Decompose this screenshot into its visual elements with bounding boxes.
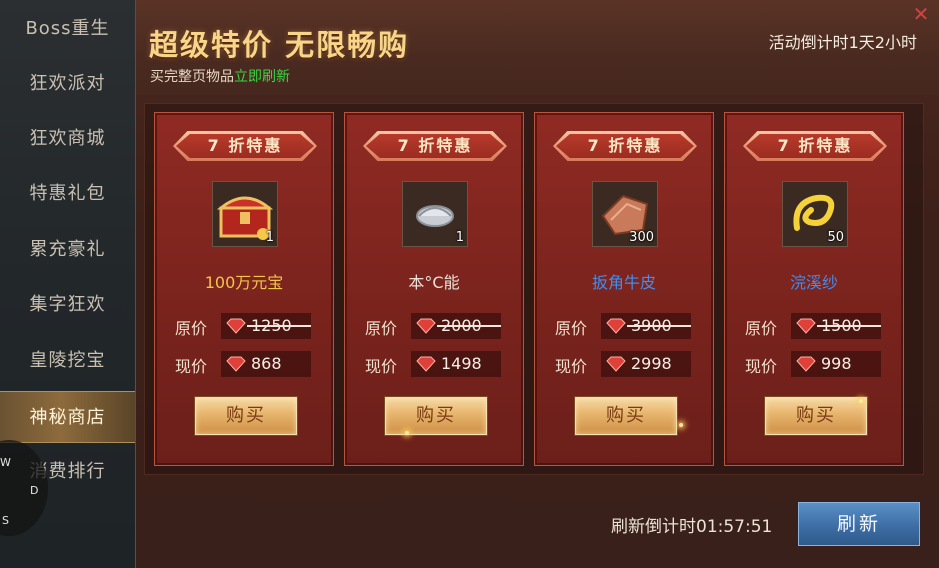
subtitle-text: 买完整页物品 xyxy=(150,69,234,85)
strikethrough-line xyxy=(627,325,691,327)
discount-ribbon: 7 折特惠 xyxy=(363,131,507,161)
current-price-row: 现价 2998 xyxy=(555,351,695,377)
original-price-row: 原价 1500 xyxy=(745,313,885,339)
ruby-gem-icon xyxy=(796,318,816,334)
buy-button[interactable]: 购买 xyxy=(765,397,867,435)
original-price-row: 原价 2000 xyxy=(365,313,505,339)
compass-s: S xyxy=(2,514,9,527)
original-price-label: 原价 xyxy=(175,319,208,338)
sidebar-item-carnival-mall[interactable]: 狂欢商城 xyxy=(0,113,135,165)
sidebar-item-recharge-rewards[interactable]: 累充豪礼 xyxy=(0,224,135,276)
page-subtitle: 买完整页物品立即刷新 xyxy=(150,66,290,86)
ruby-gem-icon xyxy=(796,356,816,372)
current-price-row: 现价 868 xyxy=(175,351,315,377)
item-name: 本°C能 xyxy=(408,273,460,292)
sidebar-item-carnival-party[interactable]: 狂欢派对 xyxy=(0,58,135,110)
original-price-row: 原价 1250 xyxy=(175,313,315,339)
item-quantity: 1 xyxy=(455,230,464,245)
current-price-value: 1498 xyxy=(441,354,482,373)
buy-button[interactable]: 购买 xyxy=(385,397,487,435)
event-countdown: 活动倒计时1天2小时 xyxy=(768,33,917,52)
discount-label: 7 折特惠 xyxy=(556,134,694,158)
item-quantity: 300 xyxy=(629,230,654,245)
discount-ribbon: 7 折特惠 xyxy=(173,131,317,161)
buy-button[interactable]: 购买 xyxy=(575,397,677,435)
compass-w: W xyxy=(0,456,11,469)
ruby-gem-icon xyxy=(226,356,246,372)
discount-label: 7 折特惠 xyxy=(746,134,884,158)
sidebar: Boss重生 狂欢派对 狂欢商城 特惠礼包 累充豪礼 集字狂欢 皇陵挖宝 神秘商… xyxy=(0,0,143,568)
compass-d: D xyxy=(30,484,39,497)
current-price-value: 868 xyxy=(251,354,282,373)
discount-ribbon: 7 折特惠 xyxy=(553,131,697,161)
current-price-value: 2998 xyxy=(631,354,672,373)
refresh-button[interactable]: 刷新 xyxy=(798,502,920,546)
item-quantity: 50 xyxy=(827,230,844,245)
current-price-field: 2998 xyxy=(601,351,691,377)
ruby-gem-icon xyxy=(416,318,436,334)
sparkle-effect xyxy=(405,431,409,435)
shop-card-2: 7 折特惠 1 本°C能 原价 2000 现价 1498 购买 xyxy=(344,112,524,466)
shop-card-1: 7 折特惠 1 100万元宝 原价 1250 现价 868 购买 xyxy=(154,112,334,466)
sidebar-item-mystery-shop[interactable]: 神秘商店 xyxy=(0,391,143,443)
sidebar-item-word-collect[interactable]: 集字狂欢 xyxy=(0,279,135,331)
sidebar-item-boss-rebirth[interactable]: Boss重生 xyxy=(0,3,135,55)
original-price-label: 原价 xyxy=(555,319,588,338)
mystery-shop-panel: 超级特价 无限畅购 买完整页物品立即刷新 活动倒计时1天2小时 ✕ 7 折特惠 … xyxy=(135,0,939,568)
current-price-row: 现价 1498 xyxy=(365,351,505,377)
sparkle-effect xyxy=(679,423,683,427)
ruby-gem-icon xyxy=(606,318,626,334)
original-price-row: 原价 3900 xyxy=(555,313,695,339)
original-price-field: 1250 xyxy=(221,313,311,339)
item-quantity: 1 xyxy=(265,230,274,245)
sparkle-effect xyxy=(859,399,863,403)
current-price-label: 现价 xyxy=(175,357,208,376)
shop-card-3: 7 折特惠 300 扳角牛皮 原价 3900 现价 2998 购买 xyxy=(534,112,714,466)
sidebar-item-special-gift[interactable]: 特惠礼包 xyxy=(0,168,135,220)
original-price-label: 原价 xyxy=(365,319,398,338)
original-price-field: 3900 xyxy=(601,313,691,339)
original-price-label: 原价 xyxy=(745,319,778,338)
buy-button[interactable]: 购买 xyxy=(195,397,297,435)
strikethrough-line xyxy=(247,325,311,327)
sidebar-item-tomb-dig[interactable]: 皇陵挖宝 xyxy=(0,335,135,387)
discount-ribbon: 7 折特惠 xyxy=(743,131,887,161)
current-price-field: 1498 xyxy=(411,351,501,377)
ruby-gem-icon xyxy=(226,318,246,334)
item-slot[interactable]: 50 xyxy=(782,181,848,247)
strikethrough-line xyxy=(817,325,881,327)
item-slot[interactable]: 1 xyxy=(212,181,278,247)
current-price-row: 现价 998 xyxy=(745,351,885,377)
subtitle-highlight: 立即刷新 xyxy=(234,69,290,85)
item-slot[interactable]: 1 xyxy=(402,181,468,247)
current-price-value: 998 xyxy=(821,354,852,373)
item-slot[interactable]: 300 xyxy=(592,181,658,247)
page-title: 超级特价 无限畅购 xyxy=(149,28,410,62)
close-icon[interactable]: ✕ xyxy=(911,4,931,24)
ruby-gem-icon xyxy=(606,356,626,372)
original-price-field: 1500 xyxy=(791,313,881,339)
current-price-label: 现价 xyxy=(555,357,588,376)
item-name: 扳角牛皮 xyxy=(591,273,656,292)
discount-label: 7 折特惠 xyxy=(176,134,314,158)
ruby-gem-icon xyxy=(416,356,436,372)
current-price-label: 现价 xyxy=(745,357,778,376)
refresh-countdown: 刷新倒计时01:57:51 xyxy=(611,517,773,537)
strikethrough-line xyxy=(437,325,501,327)
current-price-field: 868 xyxy=(221,351,311,377)
current-price-field: 998 xyxy=(791,351,881,377)
original-price-field: 2000 xyxy=(411,313,501,339)
item-name: 浣溪纱 xyxy=(789,273,838,292)
current-price-label: 现价 xyxy=(365,357,398,376)
shop-card-4: 7 折特惠 50 浣溪纱 原价 1500 现价 998 购买 xyxy=(724,112,904,466)
item-name: 100万元宝 xyxy=(204,273,284,292)
discount-label: 7 折特惠 xyxy=(366,134,504,158)
